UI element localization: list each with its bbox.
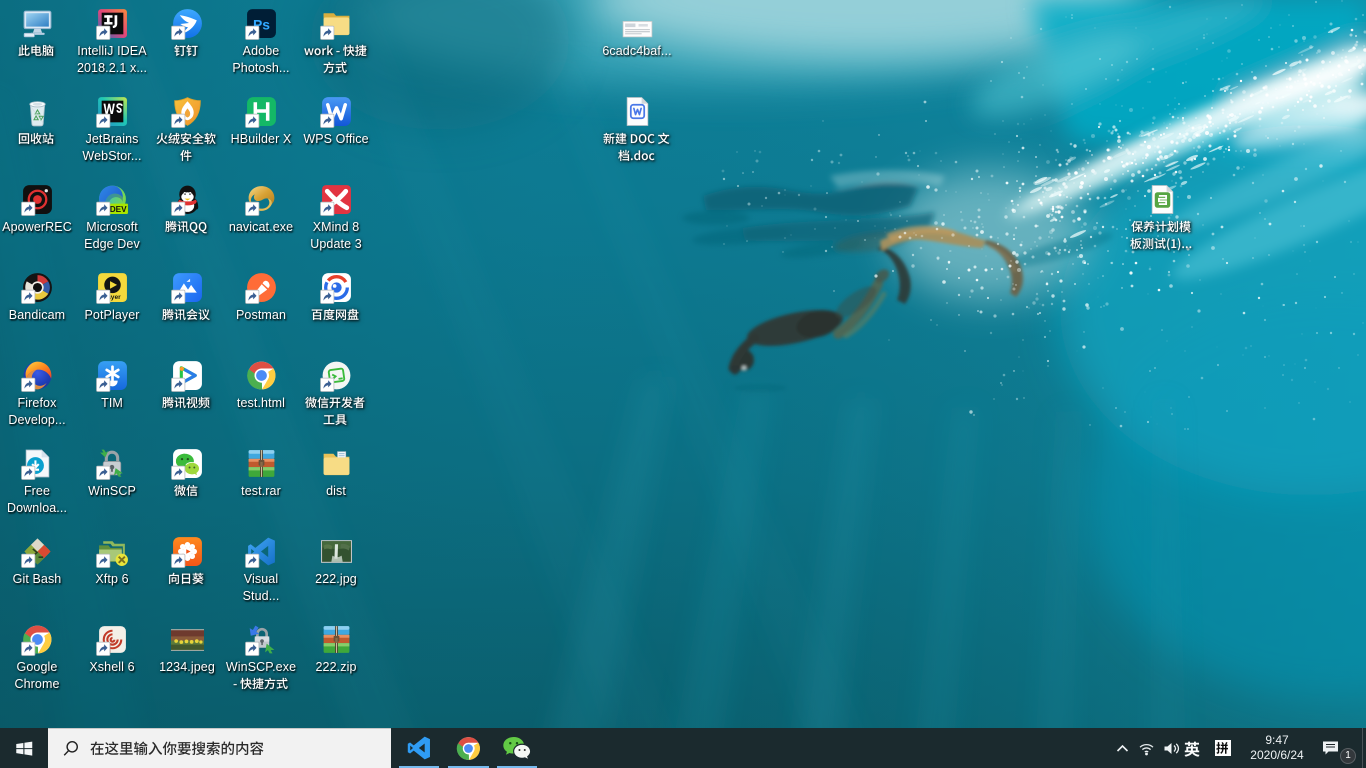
svg-text:DEV: DEV: [109, 205, 126, 214]
